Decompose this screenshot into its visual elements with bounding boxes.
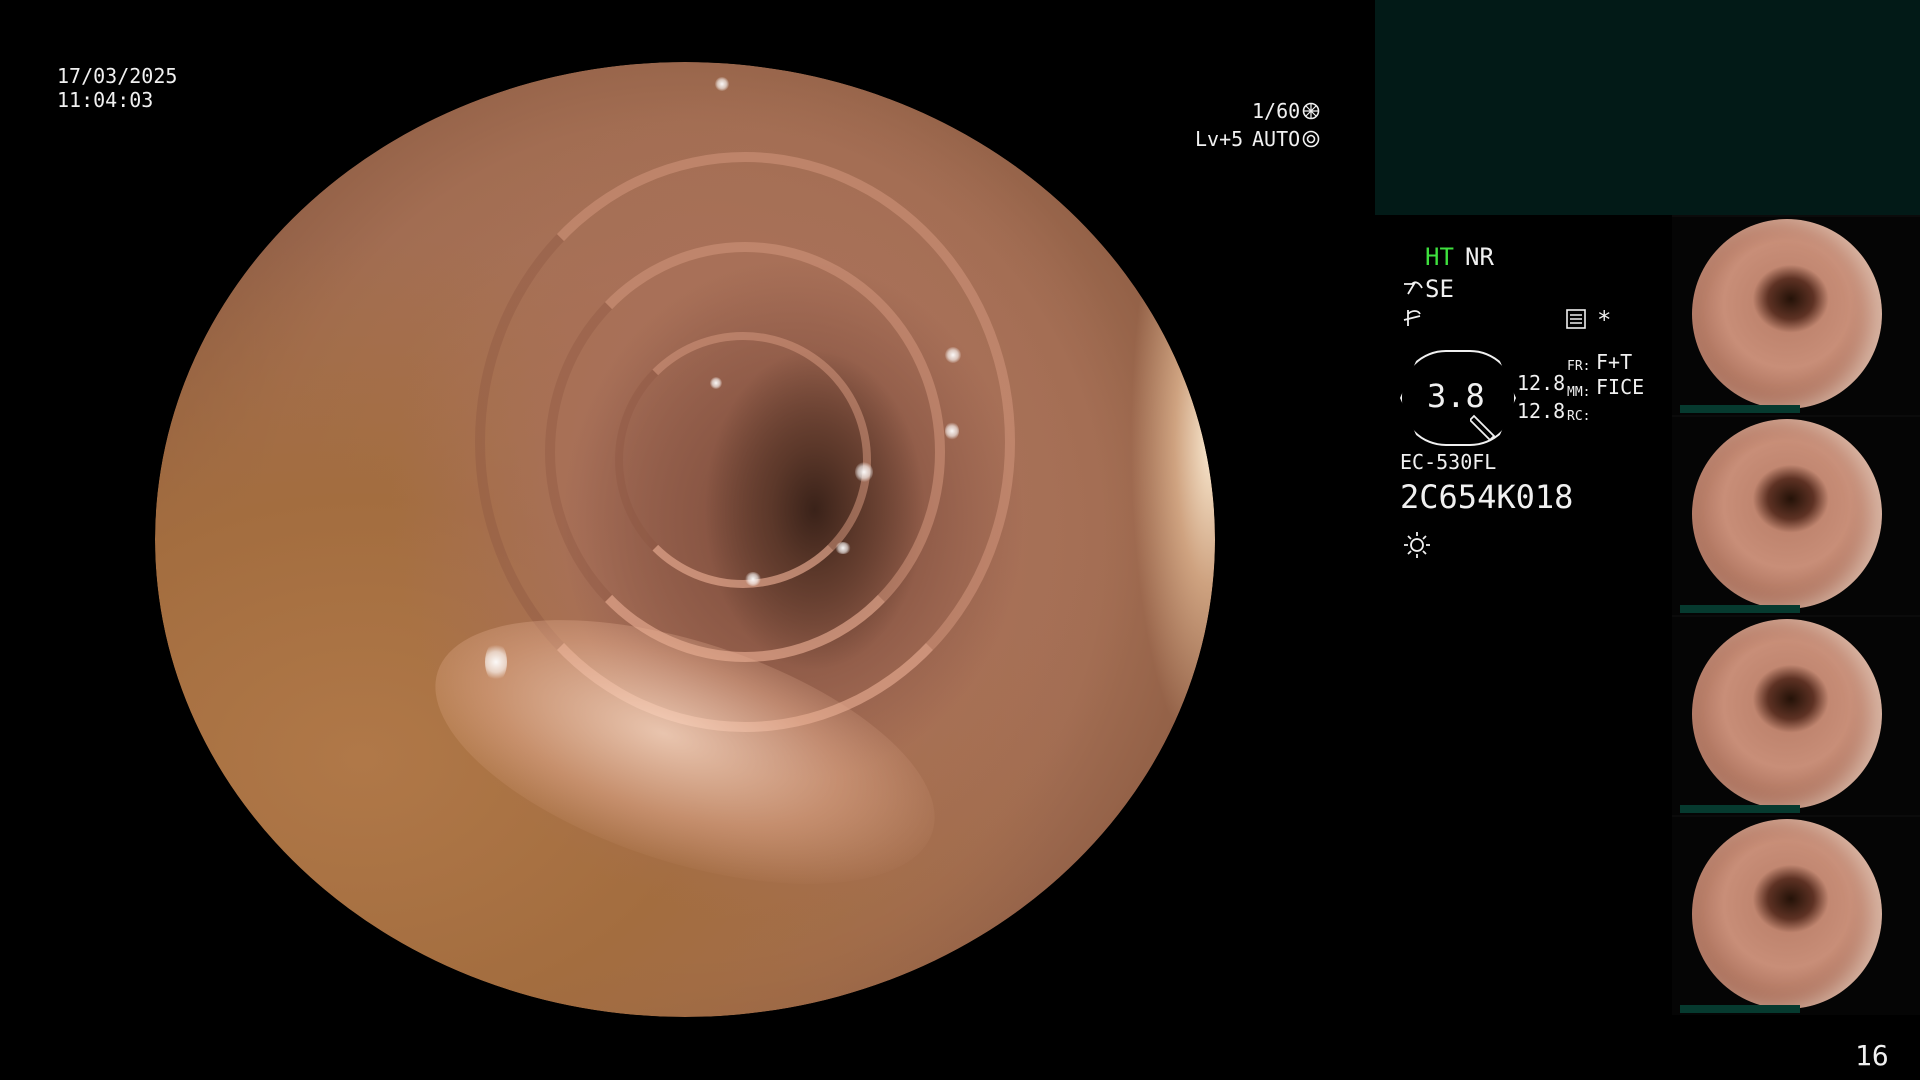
specular-highlight (485, 642, 507, 682)
ht-indicator: HT (1425, 243, 1454, 271)
value-top: 12.8 (1517, 371, 1566, 395)
date-label: 17/03/2025 (57, 64, 178, 88)
endoscope-main-view (155, 62, 1215, 1017)
shutter-icon (1302, 102, 1320, 120)
iris-mode: AUTO (1252, 127, 1301, 151)
value-bottom: 12.8 (1517, 399, 1566, 423)
shutter-speed: 1/60 (1252, 99, 1301, 123)
rim-light-glare (1085, 122, 1215, 762)
colon-lumen-image (155, 62, 1215, 1017)
time-label: 11:04:03 (57, 88, 154, 112)
specular-highlight (715, 77, 729, 91)
enhance-icon (1403, 310, 1421, 326)
brightness-level: Lv+5 (1195, 127, 1244, 151)
specular-highlight (855, 462, 873, 482)
specular-highlight (835, 542, 851, 554)
page-number: 16 (1855, 1039, 1889, 1072)
thumbnail-bar (1680, 405, 1800, 413)
thumbnail-column (1672, 215, 1920, 1015)
thumbnail[interactable] (1672, 417, 1920, 615)
se-indicator: SE (1425, 275, 1454, 303)
specular-highlight (945, 347, 961, 363)
thumbnail-image (1692, 219, 1882, 409)
gauge-needle-icon (1470, 414, 1496, 442)
memo-icon (1566, 309, 1586, 329)
thumbnail[interactable] (1672, 217, 1920, 415)
nr-indicator: NR (1465, 243, 1494, 271)
specular-highlight (945, 422, 959, 440)
asterisk-marker: * (1597, 306, 1612, 334)
thumbnail-bar (1680, 805, 1800, 813)
thumbnail-bar (1680, 605, 1800, 613)
light-icon (1404, 532, 1430, 558)
thumbnail[interactable] (1672, 817, 1920, 1015)
thumbnail-image (1692, 419, 1882, 609)
se-icon (1404, 281, 1423, 295)
mm-label: MM: (1567, 385, 1591, 400)
mm-value: FICE (1596, 375, 1645, 399)
thumbnail-bar (1680, 1005, 1800, 1013)
fr-value: F+T (1596, 350, 1633, 374)
thumbnail[interactable] (1672, 617, 1920, 815)
info-panel (1375, 0, 1920, 215)
fr-label: FR: (1567, 359, 1591, 374)
mucosal-fold (615, 332, 871, 588)
specular-highlight (710, 377, 722, 389)
rc-label: RC: (1567, 409, 1591, 424)
thumbnail-image (1692, 619, 1882, 809)
specular-highlight (745, 572, 761, 586)
gauge-value: 3.8 (1427, 377, 1485, 415)
iris-icon (1302, 130, 1320, 148)
endoscopy-screen: 17/03/2025 11:04:03 1/60 Lv+5 AUTO HT NR… (0, 0, 1920, 1080)
scope-model: EC-530FL (1400, 450, 1497, 474)
scope-serial: 2C654K018 (1400, 478, 1574, 516)
thumbnail-image (1692, 819, 1882, 1009)
